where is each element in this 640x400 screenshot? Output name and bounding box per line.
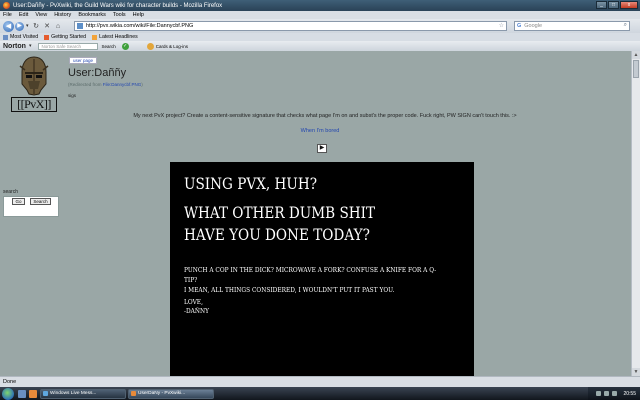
search-label: search xyxy=(3,189,19,195)
play-icon[interactable]: ▶ xyxy=(317,144,327,153)
firefox-icon xyxy=(131,390,136,396)
menu-history[interactable]: History xyxy=(54,12,71,18)
home-icon[interactable]: ⌂ xyxy=(54,22,63,31)
status-bar: Done xyxy=(0,376,640,387)
window-title: User:Daññy - PvXwiki, the Guild Wars wik… xyxy=(13,2,223,9)
window-controls: _ □ x xyxy=(596,1,638,9)
bookmarks-toolbar: Most Visited Getting Started Latest Head… xyxy=(0,33,640,41)
show-desktop-icon[interactable] xyxy=(18,389,26,398)
poster-subheading: WHAT OTHER DUMB SHIT HAVE YOU DONE TODAY… xyxy=(184,202,375,246)
bookmark-star-icon[interactable]: ☆ xyxy=(499,22,504,29)
forward-button[interactable]: ▶ xyxy=(15,21,24,31)
system-tray: 20:55 xyxy=(588,387,640,400)
search-icon[interactable]: ⌕ xyxy=(624,22,627,29)
search-button[interactable]: Search xyxy=(30,198,51,205)
redirect-suffix: ) xyxy=(141,82,143,87)
close-button[interactable]: x xyxy=(620,1,638,9)
poster-subheading-line: WHAT OTHER DUMB SHIT xyxy=(184,203,376,222)
cards-label: Cards & Log-ins xyxy=(155,43,188,49)
menu-help[interactable]: Help xyxy=(133,12,144,18)
google-icon[interactable]: G xyxy=(517,23,521,29)
redirect-prefix: (Redirected from xyxy=(68,82,103,87)
history-dropdown-icon[interactable]: ▾ xyxy=(26,23,29,29)
poster-heading: USING PVX, HUH? xyxy=(184,174,318,193)
network-icon[interactable] xyxy=(596,391,602,396)
folder-icon xyxy=(3,34,8,40)
address-bar[interactable]: http://pvx.wikia.com/wiki/File:Dannycbf.… xyxy=(74,21,507,31)
tab-user-page[interactable]: user page xyxy=(69,57,97,64)
wiki-search-box: search Go Search xyxy=(3,189,59,217)
navigation-toolbar: ◀ ▶ ▾ ↻ ✕ ⌂ http://pvx.wikia.com/wiki/Fi… xyxy=(0,19,640,33)
menu-tools[interactable]: Tools xyxy=(113,12,126,18)
windows-taskbar: Windows Live Mess... UserDaNy - PvXwiki.… xyxy=(0,387,640,400)
security-icon[interactable] xyxy=(612,391,618,396)
scroll-down-icon[interactable]: ▼ xyxy=(632,368,640,376)
reload-icon[interactable]: ↻ xyxy=(32,22,41,31)
poster-signoff-line: -DAÑNY xyxy=(184,307,210,315)
safe-web-check-icon[interactable]: ✓ xyxy=(121,42,129,50)
redirect-link[interactable]: File:Dannycbf.PNG xyxy=(103,82,142,87)
helmet-logo-icon xyxy=(19,56,49,96)
firefox-icon xyxy=(44,34,50,40)
bookmark-most-visited[interactable]: Most Visited xyxy=(3,34,38,40)
minimize-button[interactable]: _ xyxy=(596,1,607,9)
norton-dropdown-icon[interactable]: ▾ xyxy=(29,43,32,49)
menu-file[interactable]: File xyxy=(3,12,12,18)
search-placeholder: Google xyxy=(524,23,543,29)
bookmark-getting-started[interactable]: Getting Started xyxy=(44,34,86,40)
site-favicon-icon xyxy=(77,23,83,29)
norton-search-button[interactable]: Search xyxy=(101,44,115,49)
poster-body-line: I MEAN, ALL THINGS CONSIDERED, I WOULDN'… xyxy=(184,286,395,294)
back-button[interactable]: ◀ xyxy=(3,20,14,32)
search-input[interactable]: G Google ⌕ xyxy=(514,21,630,31)
bookmark-label: Getting Started xyxy=(51,34,87,40)
poster-signoff-line: LOVE, xyxy=(184,298,203,306)
project-description: My next PvX project? Create a content-se… xyxy=(133,113,517,119)
menu-edit[interactable]: Edit xyxy=(19,12,28,18)
sigs-text: sigs xyxy=(68,93,77,98)
rss-icon xyxy=(92,34,98,40)
menu-bookmarks[interactable]: Bookmarks xyxy=(78,12,106,18)
maximize-button[interactable]: □ xyxy=(608,1,619,9)
poster-body-line: PUNCH A COP IN THE DICK? MICROWAVE A FOR… xyxy=(184,266,437,284)
page-title: User:Daññy xyxy=(68,67,127,79)
volume-icon[interactable] xyxy=(604,391,610,396)
clock[interactable]: 20:55 xyxy=(623,391,636,397)
site-logo[interactable]: [[PvX]] xyxy=(11,56,57,113)
taskbar-item-firefox[interactable]: UserDaNy - PvXwiki... xyxy=(128,388,214,399)
norton-logo[interactable]: Norton xyxy=(3,43,26,50)
messenger-icon xyxy=(43,390,48,396)
norton-toolbar: Norton ▾ Norton Safe Search Search ✓ Car… xyxy=(0,41,640,51)
task-label: Windows Live Mess... xyxy=(50,390,97,396)
start-button[interactable] xyxy=(2,387,14,400)
redirect-notice: (Redirected from File:Dannycbf.PNG) xyxy=(68,82,143,87)
taskbar-item-messenger[interactable]: Windows Live Mess... xyxy=(40,388,126,399)
norton-search-input[interactable]: Norton Safe Search xyxy=(38,42,99,50)
scroll-up-icon[interactable]: ▲ xyxy=(632,51,640,59)
cards-and-logins-button[interactable]: Cards & Log-ins xyxy=(146,42,188,50)
menu-view[interactable]: View xyxy=(35,12,47,18)
when-bored-link[interactable]: When I'm bored xyxy=(290,128,350,134)
menu-bar: File Edit View History Bookmarks Tools H… xyxy=(0,11,640,19)
task-label: UserDaNy - PvXwiki... xyxy=(138,390,186,396)
logo-text: [[PvX]] xyxy=(11,97,57,112)
poster-subheading-line: HAVE YOU DONE TODAY? xyxy=(184,225,370,244)
url-text: http://pvx.wikia.com/wiki/File:Dannycbf.… xyxy=(86,23,194,29)
poster-signoff: LOVE, -DAÑNY xyxy=(184,298,209,316)
web-page: [[PvX]] user page User:Daññy (Redirected… xyxy=(0,51,640,376)
bookmark-label: Latest Headlines xyxy=(99,34,138,40)
signature-poster-image: USING PVX, HUH? WHAT OTHER DUMB SHIT HAV… xyxy=(170,162,474,376)
go-button[interactable]: Go xyxy=(12,198,25,205)
scroll-thumb[interactable] xyxy=(633,60,639,78)
identity-safe-icon xyxy=(146,42,154,50)
vertical-scrollbar[interactable]: ▲ ▼ xyxy=(631,51,640,376)
window-title-bar[interactable]: User:Daññy - PvXwiki, the Guild Wars wik… xyxy=(0,0,640,11)
bookmark-label: Most Visited xyxy=(10,34,39,40)
firefox-icon xyxy=(3,2,10,9)
poster-body: PUNCH A COP IN THE DICK? MICROWAVE A FOR… xyxy=(184,265,445,295)
firefox-quicklaunch-icon[interactable] xyxy=(29,389,37,398)
bookmark-latest-headlines[interactable]: Latest Headlines xyxy=(92,34,138,40)
stop-icon[interactable]: ✕ xyxy=(43,22,52,31)
